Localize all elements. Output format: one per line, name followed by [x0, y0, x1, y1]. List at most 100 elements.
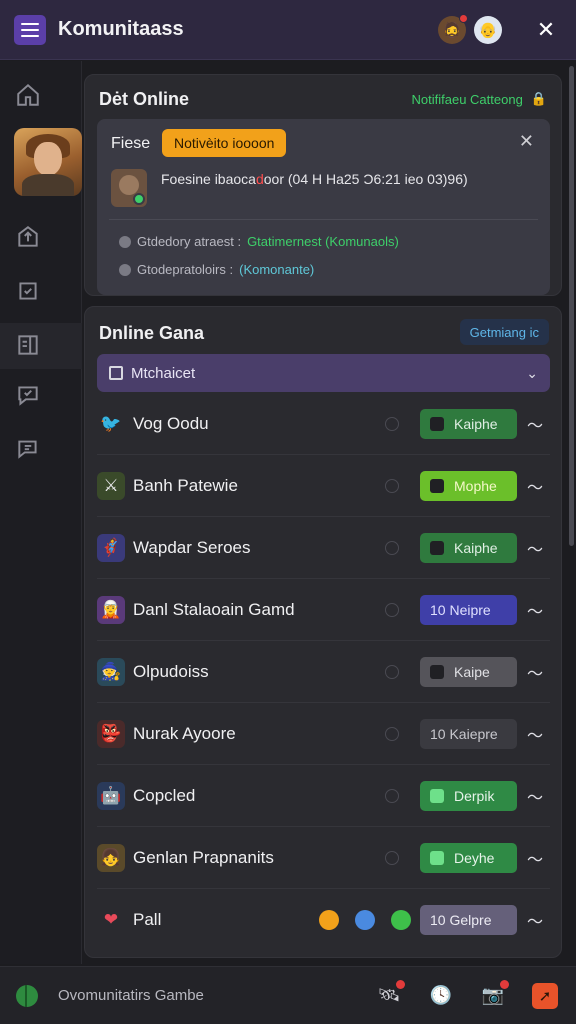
game-select-radio[interactable] — [385, 726, 399, 741]
game-select-radio[interactable] — [385, 850, 399, 865]
globe-icon[interactable] — [16, 984, 38, 1007]
clock-icon[interactable]: 🕓 — [428, 983, 454, 1009]
notification-panel: Fiese Notivèito ioooon ✕ Foesine ibaocad… — [97, 119, 550, 295]
game-select-radio[interactable] — [385, 540, 399, 555]
sidebar — [0, 61, 82, 964]
list-icon — [109, 366, 123, 380]
notification-badge — [459, 13, 468, 23]
home-icon[interactable] — [14, 81, 42, 109]
game-row[interactable]: ❤ Pall 10 Gelpre 〜 — [97, 889, 550, 951]
notification-settings-link[interactable]: Notififaeu Catteong 🔒 — [412, 91, 547, 107]
filter-dropdown-label: Mtchaicet — [131, 364, 196, 382]
lock-icon: 🔒 — [530, 91, 547, 106]
status-badge[interactable]: 10 Kaiepre — [420, 718, 517, 749]
game-select-radio[interactable] — [385, 416, 399, 431]
detail-row-1-value[interactable]: Gtatimernest (Komunaols) — [247, 234, 399, 249]
fantasy-icon: 🧝 — [97, 595, 125, 624]
player-dot-icon — [319, 910, 339, 930]
game-select-radio[interactable] — [385, 788, 399, 803]
game-select-radio[interactable] — [385, 602, 399, 617]
bottom-bar: Ovomunitatirs Gambe 🛰 🕓 📷 ➚ — [0, 966, 576, 1024]
top-bar: Komunitaass 🧔 👴 ✕ — [0, 0, 576, 60]
chat-icon[interactable] — [14, 381, 42, 409]
chevron-down-icon[interactable]: 〜 — [527, 722, 543, 746]
chevron-down-icon[interactable]: 〜 — [527, 536, 543, 560]
close-icon[interactable]: ✕ — [532, 16, 560, 44]
game-row[interactable]: 🤖 Copcled Derpik 〜 — [97, 765, 550, 827]
status-badge[interactable]: Derpik — [420, 780, 517, 811]
game-row[interactable]: 🐦 Vog Oodu Kaiphe 〜 — [97, 393, 550, 455]
notification-text-end: oor (​04 H Ha25 Ɔ6:21 ieo 03)96) — [263, 171, 468, 187]
status-label: 10 Gelpre — [430, 912, 492, 928]
game-name: Olpudoiss — [133, 661, 209, 681]
player-dot-icon — [355, 910, 375, 930]
chevron-down-icon[interactable]: 〜 — [527, 598, 543, 622]
satellite-icon[interactable]: 🛰 — [376, 979, 405, 1009]
detail-row-2-value[interactable]: (Komonante) — [239, 262, 314, 277]
bottom-label: Ovomunitatirs Gambe — [58, 987, 204, 1004]
document-icon[interactable] — [14, 331, 42, 359]
swords-icon: ⚔ — [97, 471, 125, 500]
girl-icon: 👧 — [97, 843, 125, 872]
gear-icon — [119, 235, 131, 248]
chevron-down-icon[interactable]: 〜 — [527, 784, 543, 808]
heart-icon: ❤ — [103, 910, 119, 929]
game-name: Nurak Ayoore — [133, 723, 236, 743]
status-badge[interactable]: Kaipe — [420, 656, 517, 687]
badge-icon[interactable] — [14, 277, 42, 305]
status-badge[interactable]: Kaiphe — [420, 408, 517, 439]
game-row[interactable]: 👧 Genlan Prapnanits Deyhe 〜 — [97, 827, 550, 889]
detail-row-2-label: Gtodepratoloirs : — [137, 262, 234, 277]
game-name: Wapdar Seroes — [133, 537, 251, 557]
game-row[interactable]: ⚔ Banh Patewie Mophe 〜 — [97, 455, 550, 517]
notification-label: Fiese — [111, 135, 151, 152]
detail-row-1-label: Gtdedory atraest : — [137, 234, 242, 249]
robot-icon: 🤖 — [97, 781, 125, 810]
info-icon — [119, 263, 131, 276]
warrior-icon: 👺 — [97, 719, 125, 748]
game-name: Copcled — [133, 785, 196, 805]
status-badge[interactable]: Kaiphe — [420, 532, 517, 563]
player-dot-icon — [391, 910, 411, 930]
camera-icon[interactable]: 📷 — [480, 979, 509, 1009]
status-badge[interactable]: 10 Gelpre — [420, 905, 517, 935]
game-row[interactable]: 🧙 Olpudoiss Kaipe 〜 — [97, 641, 550, 703]
game-name: Vog Oodu — [133, 413, 209, 433]
status-badge[interactable]: 10 Neipre — [420, 594, 517, 625]
get-games-link[interactable]: Getmiang ​ic — [459, 319, 549, 345]
user-avatar-1[interactable]: 🧔 — [438, 13, 468, 44]
message-icon[interactable] — [14, 433, 42, 461]
status-label: 10 Kaiepre — [430, 725, 498, 742]
game-select-radio[interactable] — [385, 664, 399, 679]
game-row[interactable]: 🦸 Wapdar Seroes Kaiphe 〜 — [97, 517, 550, 579]
game-select-radio[interactable] — [385, 478, 399, 493]
game-name: Pall — [133, 910, 162, 929]
user-avatar-2[interactable]: 👴 — [474, 15, 502, 44]
app-title: Komunitaass — [58, 18, 184, 40]
game-row[interactable]: 👺 Nurak Ayoore 10 Kaiepre 〜 — [97, 703, 550, 765]
status-badge[interactable]: Deyhe — [420, 842, 517, 873]
notification-text-highlight: d — [255, 171, 264, 187]
notification-avatar — [111, 169, 147, 207]
chevron-down-icon[interactable]: 〜 — [527, 846, 543, 870]
close-icon[interactable]: ✕ — [519, 131, 534, 152]
upload-icon[interactable] — [14, 223, 42, 251]
hero-icon: 🦸 — [97, 533, 125, 562]
chevron-down-icon[interactable]: 〜 — [527, 474, 543, 498]
divider — [109, 219, 538, 220]
hamburger-menu-button[interactable] — [14, 14, 46, 45]
status-label: Kaiphe — [454, 539, 498, 556]
chevron-down-icon[interactable]: 〜 — [527, 908, 543, 932]
chevron-down-icon[interactable]: 〜 — [527, 660, 543, 684]
chevron-down-icon[interactable]: 〜 — [527, 412, 543, 436]
notification-pill[interactable]: Notivèito ioooon — [162, 129, 287, 157]
status-badge[interactable]: Mophe — [420, 470, 517, 501]
status-label: Derpik — [454, 787, 495, 804]
send-icon[interactable]: ➚ — [532, 982, 558, 1009]
scrollbar[interactable] — [569, 66, 574, 546]
game-name: Danl Stalaoain Gamd — [133, 599, 295, 619]
profile-avatar[interactable] — [14, 128, 82, 196]
filter-dropdown[interactable]: Mtchaicet ⌄ — [97, 354, 550, 392]
game-row[interactable]: 🧝 Danl Stalaoain Gamd 10 Neipre 〜 — [97, 579, 550, 641]
game-name: Banh Patewie — [133, 475, 238, 495]
